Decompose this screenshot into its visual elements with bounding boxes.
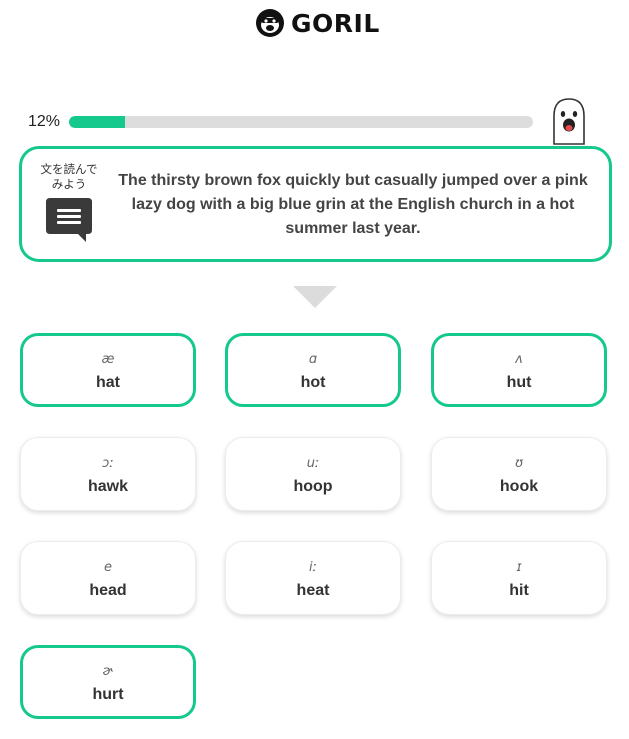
option-word: heat — [296, 582, 330, 599]
option-card[interactable]: ɚ hurt — [20, 645, 196, 719]
down-arrow-icon — [293, 286, 337, 308]
option-word: hit — [509, 582, 529, 599]
option-word: hut — [506, 374, 532, 391]
option-word: hot — [300, 374, 326, 391]
option-card[interactable]: e head — [20, 541, 196, 615]
app-name: GORIL — [291, 8, 380, 38]
ghost-mascot-icon — [553, 98, 585, 145]
prompt-card: 文を読んでみよう The thirsty brown fox quickly b… — [19, 146, 612, 262]
prompt-sentence: The thirsty brown fox quickly but casual… — [118, 172, 588, 237]
option-word: hurt — [92, 686, 124, 703]
option-card[interactable]: ɪ hit — [431, 541, 607, 615]
option-card[interactable]: ɑ hot — [225, 333, 401, 407]
progress-percentage: 12% — [28, 113, 61, 130]
option-card[interactable]: ɔː hawk — [20, 437, 196, 511]
progress-fill — [69, 116, 125, 128]
option-word: hoop — [293, 478, 333, 495]
option-ipa: æ — [101, 352, 115, 367]
option-ipa: ʊ — [514, 456, 524, 471]
option-card[interactable]: ʌ hut — [431, 333, 607, 407]
option-ipa: ɑ — [308, 352, 318, 367]
option-card[interactable]: æ hat — [20, 333, 196, 407]
option-card[interactable]: uː hoop — [225, 437, 401, 511]
option-card[interactable]: iː heat — [225, 541, 401, 615]
option-word: hook — [499, 478, 539, 495]
chat-bubble-icon — [46, 198, 92, 242]
option-word: head — [89, 582, 127, 599]
read-instruction: 文を読んでみよう — [40, 164, 98, 191]
option-card[interactable]: ʊ hook — [431, 437, 607, 511]
app-logo: GORIL — [255, 8, 380, 38]
option-ipa: iː — [309, 560, 317, 575]
option-word: hawk — [87, 478, 128, 495]
option-ipa: ʌ — [515, 352, 523, 367]
option-ipa: ɔː — [102, 456, 114, 471]
progress-bar — [69, 116, 533, 128]
option-ipa: e — [104, 560, 112, 575]
option-ipa: uː — [306, 456, 320, 471]
option-ipa: ɪ — [516, 560, 522, 575]
option-ipa: ɚ — [102, 664, 114, 679]
option-word: hat — [96, 374, 120, 391]
gorilla-icon — [256, 9, 284, 37]
